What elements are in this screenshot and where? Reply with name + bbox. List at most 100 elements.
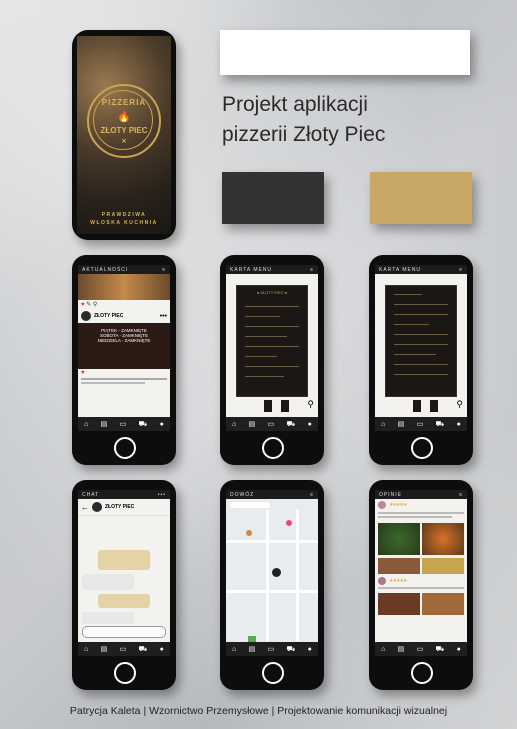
chat-icon[interactable]: ▭ (120, 421, 127, 428)
bottom-nav: ⌂ ▤ ▭ ⛟ ● (375, 642, 467, 656)
reviews-icon[interactable]: ● (308, 646, 312, 653)
splash-screen: PIZZERIA 🔥 ZŁOTY PIEC ✕ PRAWDZIWA WŁOSKA… (77, 36, 171, 234)
title-line-1: Projekt aplikacji (222, 93, 368, 116)
home-button[interactable] (262, 437, 284, 459)
home-button[interactable] (411, 662, 433, 684)
avatar (81, 311, 91, 321)
delivery-icon[interactable]: ⛟ (286, 421, 295, 428)
chat-bubble (82, 574, 134, 590)
review-photo (422, 523, 464, 555)
title-line-2: pizzerii Złoty Piec (222, 123, 386, 146)
menu-icon[interactable]: ▤ (398, 421, 405, 428)
chat-contact-name: ZŁOTY PIEC (105, 504, 135, 510)
screen-header: AKTUALNOŚCI ≡ (78, 265, 170, 274)
avatar (378, 577, 386, 585)
menu-card[interactable] (385, 285, 457, 397)
review-photo (378, 523, 420, 555)
phone-menu-1: KARTA MENU ≡ ● ZŁOTY PIEC ● ⚲ ⌂ ▤ ▭ ⛟ ● (220, 255, 324, 465)
menu-icon[interactable]: ▤ (101, 421, 108, 428)
swatch-gold (370, 172, 472, 224)
swatch-white (220, 30, 470, 75)
review-photo (378, 593, 420, 615)
delivery-icon[interactable]: ⛟ (435, 421, 444, 428)
delivery-icon[interactable]: ⛟ (435, 646, 444, 653)
cutlery-icon: ✕ (121, 139, 127, 145)
bottom-nav: ⌂ ▤ ▭ ⛟ ● (78, 417, 170, 431)
menu-icon[interactable]: ▤ (249, 421, 256, 428)
chat-bubble (98, 594, 150, 608)
chat-icon[interactable]: ▭ (120, 646, 127, 653)
back-arrow-icon[interactable]: ← (81, 503, 89, 512)
menu-card[interactable]: ● ZŁOTY PIEC ● (236, 285, 308, 397)
home-button[interactable] (114, 662, 136, 684)
phone-menu-2: KARTA MENU ≡ ⚲ ⌂ ▤ ▭ ⛟ ● (369, 255, 473, 465)
home-icon[interactable]: ⌂ (232, 421, 236, 428)
chat-bubble (98, 550, 150, 570)
rating-stars: ★★★★★ (389, 578, 407, 584)
like-icon[interactable]: ♥ ✎ ⚲ (78, 300, 170, 309)
logo-bottom-text: ZŁOTY PIEC (100, 126, 148, 135)
menu-icon[interactable]: ▤ (101, 646, 108, 653)
chat-icon[interactable]: ▭ (268, 421, 275, 428)
map-pin-icon (246, 530, 252, 536)
rating-stars: ★★★★★ (389, 502, 407, 508)
review-photo (422, 593, 464, 615)
chat-icon[interactable]: ▭ (268, 646, 275, 653)
review-photo (422, 558, 464, 574)
chat-icon[interactable]: ▭ (417, 421, 424, 428)
reviews-icon[interactable]: ● (457, 646, 461, 653)
pizza-photo (78, 274, 170, 300)
bottom-nav: ⌂ ▤ ▭ ⛟ ● (226, 417, 318, 431)
home-button[interactable] (411, 437, 433, 459)
tagline-1: PRAWDZIWA (101, 212, 147, 218)
hero-phone: PIZZERIA 🔥 ZŁOTY PIEC ✕ PRAWDZIWA WŁOSKA… (72, 30, 176, 240)
chat-icon[interactable]: ▭ (417, 646, 424, 653)
notice-image: PIĄTEK - ZAMKNIĘTE SOBOTA - ZAMKNIĘTE NI… (78, 323, 170, 369)
post-author: ZŁOTY PIEC (94, 313, 124, 319)
bottom-nav: ⌂ ▤ ▭ ⛟ ● (375, 417, 467, 431)
swatch-dark (222, 172, 324, 224)
home-icon[interactable]: ⌂ (232, 646, 236, 653)
reviews-icon[interactable]: ● (160, 421, 164, 428)
hamburger-icon: ≡ (459, 266, 463, 273)
reviews-icon[interactable]: ● (457, 421, 461, 428)
home-icon[interactable]: ⌂ (381, 421, 385, 428)
map-search-input[interactable] (230, 502, 270, 508)
phone-news: AKTUALNOŚCI ≡ ♥ ✎ ⚲ ZŁOTY PIEC ••• PIĄTEK… (72, 255, 176, 465)
home-icon[interactable]: ⌂ (84, 646, 88, 653)
delivery-icon[interactable]: ⛟ (286, 646, 295, 653)
more-icon[interactable]: ••• (160, 313, 167, 320)
zoom-icon[interactable]: ⚲ (456, 399, 463, 410)
bottom-nav: ⌂ ▤ ▭ ⛟ ● (78, 642, 170, 656)
hamburger-icon: ≡ (310, 491, 314, 498)
phone-delivery: DOWÓZ ≡ ⌂ ▤ ▭ ⛟ ● (220, 480, 324, 690)
review-photo (378, 558, 420, 574)
phone-reviews: OPINIE ≡ ★★★★★ ★★★★★ ⌂ ▤ ▭ ⛟ ● (369, 480, 473, 690)
screen-header: CHAT ••• (78, 490, 170, 499)
message-input[interactable] (82, 626, 166, 638)
avatar (92, 502, 102, 512)
reviews-icon[interactable]: ● (160, 646, 164, 653)
home-icon[interactable]: ⌂ (84, 421, 88, 428)
tagline-2: WŁOSKA KUCHNIA (90, 220, 158, 226)
hamburger-icon: ≡ (162, 266, 166, 273)
bottom-nav: ⌂ ▤ ▭ ⛟ ● (226, 642, 318, 656)
home-icon[interactable]: ⌂ (381, 646, 385, 653)
zoom-icon[interactable]: ⚲ (307, 399, 314, 410)
delivery-icon[interactable]: ⛟ (138, 421, 147, 428)
pizzeria-marker-icon[interactable] (272, 568, 281, 577)
home-button[interactable] (114, 437, 136, 459)
poster-footer: Patrycja Kaleta | Wzornictwo Przemysłowe… (69, 705, 448, 717)
reviews-icon[interactable]: ● (308, 421, 312, 428)
screen-header: KARTA MENU ≡ (226, 265, 318, 274)
flame-icon: 🔥 (117, 111, 131, 123)
menu-icon[interactable]: ▤ (398, 646, 405, 653)
screen-header: DOWÓZ ≡ (226, 490, 318, 499)
hamburger-icon: ≡ (310, 266, 314, 273)
map-pin-icon (286, 520, 292, 526)
logo-top-text: PIZZERIA (101, 98, 147, 107)
poster-title: Projekt aplikacji pizzerii Złoty Piec (222, 90, 492, 150)
home-button[interactable] (262, 662, 284, 684)
menu-icon[interactable]: ▤ (249, 646, 256, 653)
delivery-icon[interactable]: ⛟ (138, 646, 147, 653)
